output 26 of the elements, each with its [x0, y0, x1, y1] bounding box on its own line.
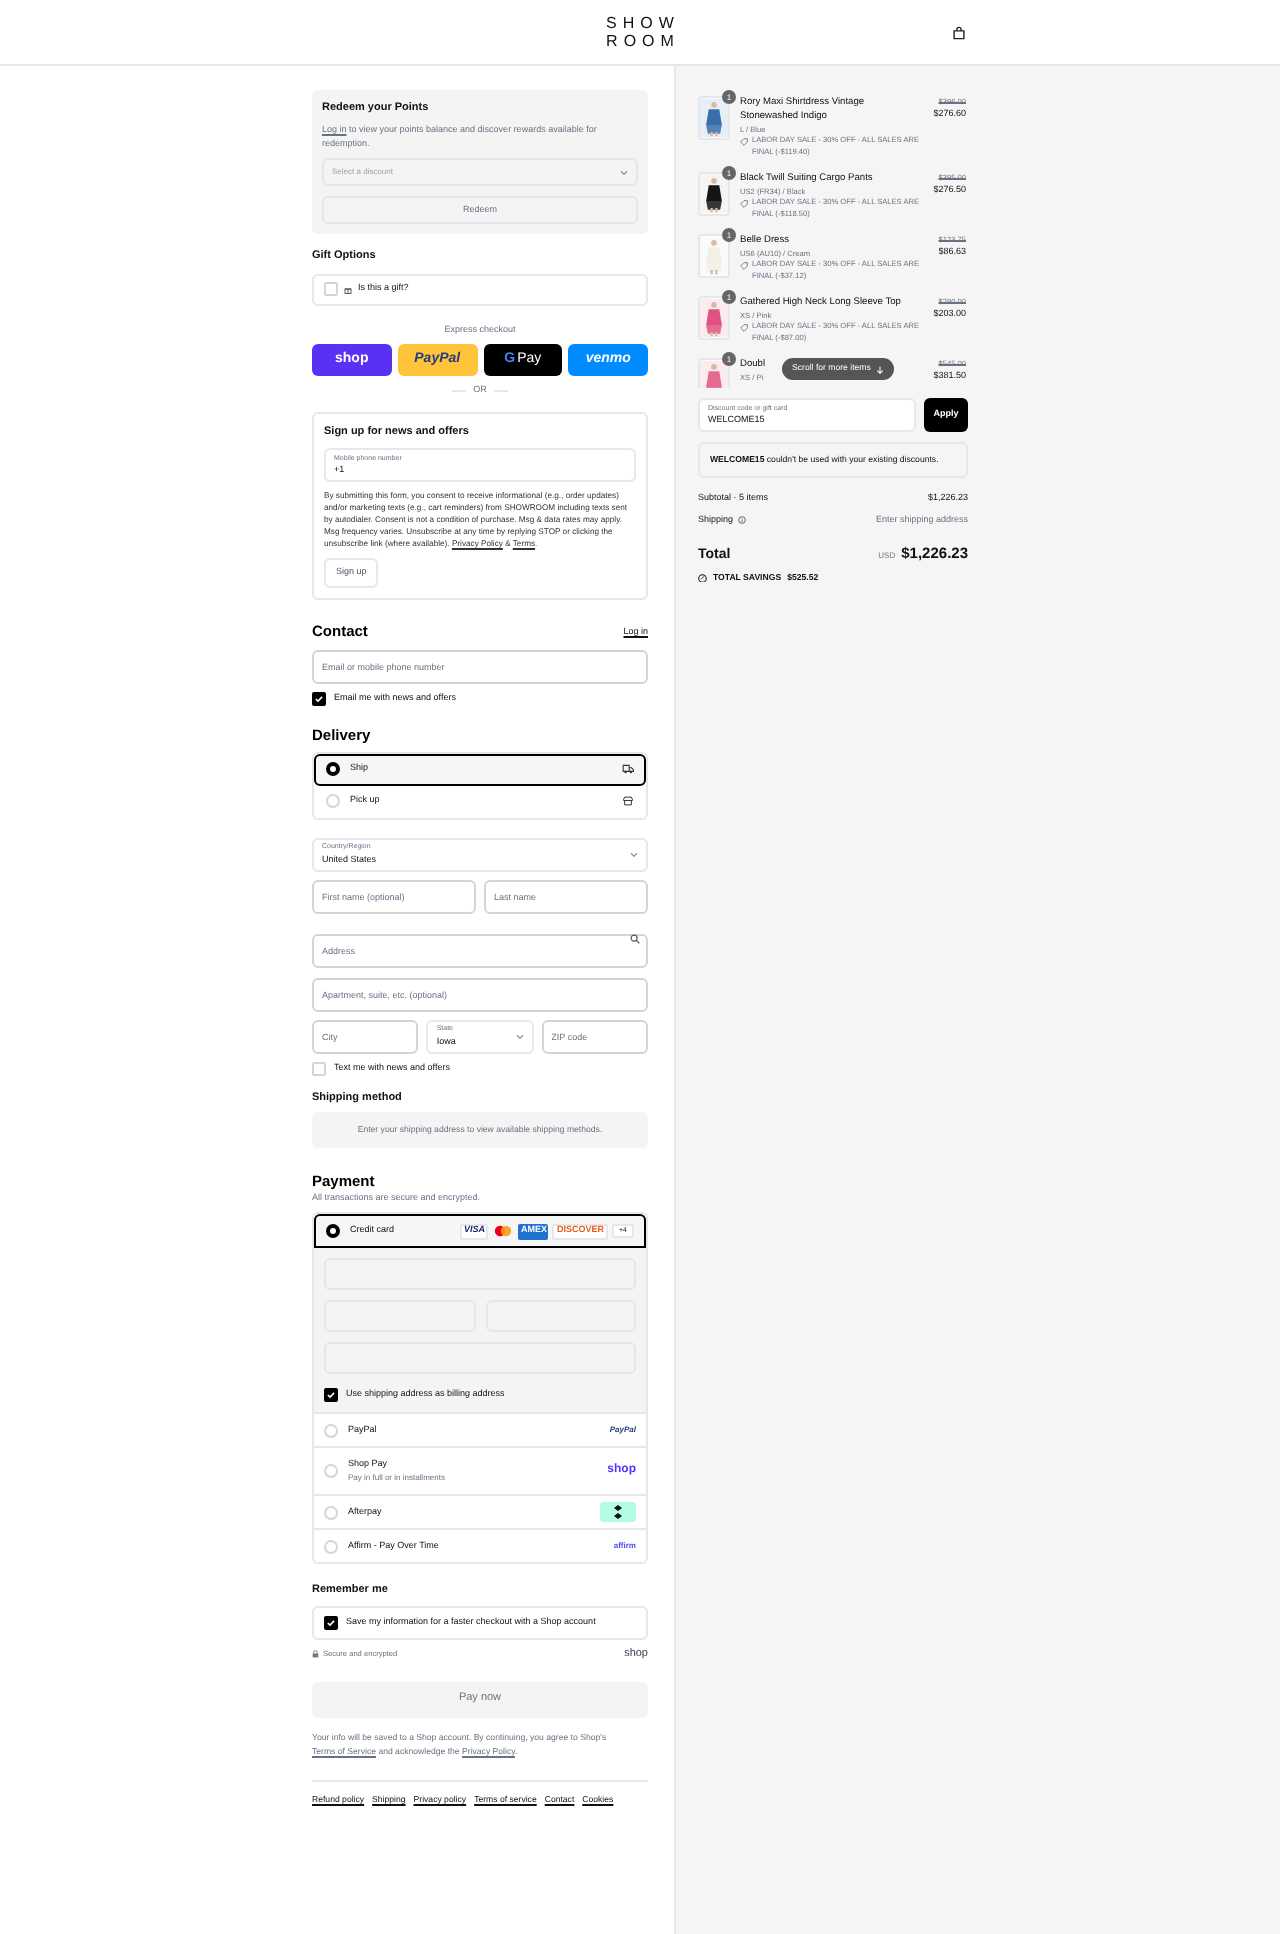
afterpay-icon: [600, 1502, 636, 1522]
checkbox[interactable]: [312, 1061, 326, 1076]
radio-button[interactable]: [326, 1224, 340, 1238]
store-icon: [622, 796, 634, 807]
checkbox[interactable]: [324, 1616, 338, 1631]
shopping-bag-icon[interactable]: [952, 26, 966, 40]
search-icon: [630, 933, 640, 944]
tag-icon: [740, 262, 748, 270]
gift-icon: [344, 285, 352, 293]
lock-icon: [312, 1650, 319, 1659]
radio-button[interactable]: [326, 762, 340, 777]
tag-icon: [740, 138, 748, 146]
checkbox[interactable]: [324, 282, 338, 296]
chevron-down-icon: [630, 851, 638, 858]
truck-icon: [622, 764, 634, 775]
chevron-down-icon: [620, 169, 628, 176]
tag-icon: [740, 200, 748, 208]
info-icon: [737, 516, 746, 525]
savings-icon: [698, 573, 707, 583]
checkbox[interactable]: [312, 691, 326, 705]
checkbox[interactable]: [324, 1388, 338, 1402]
tag-icon: [740, 324, 748, 332]
store-logo[interactable]: SHOW ROOM: [600, 14, 680, 50]
chevron-down-icon: [515, 1033, 524, 1040]
arrow-down-icon: [876, 365, 885, 373]
mastercard-icon: [492, 1224, 515, 1238]
